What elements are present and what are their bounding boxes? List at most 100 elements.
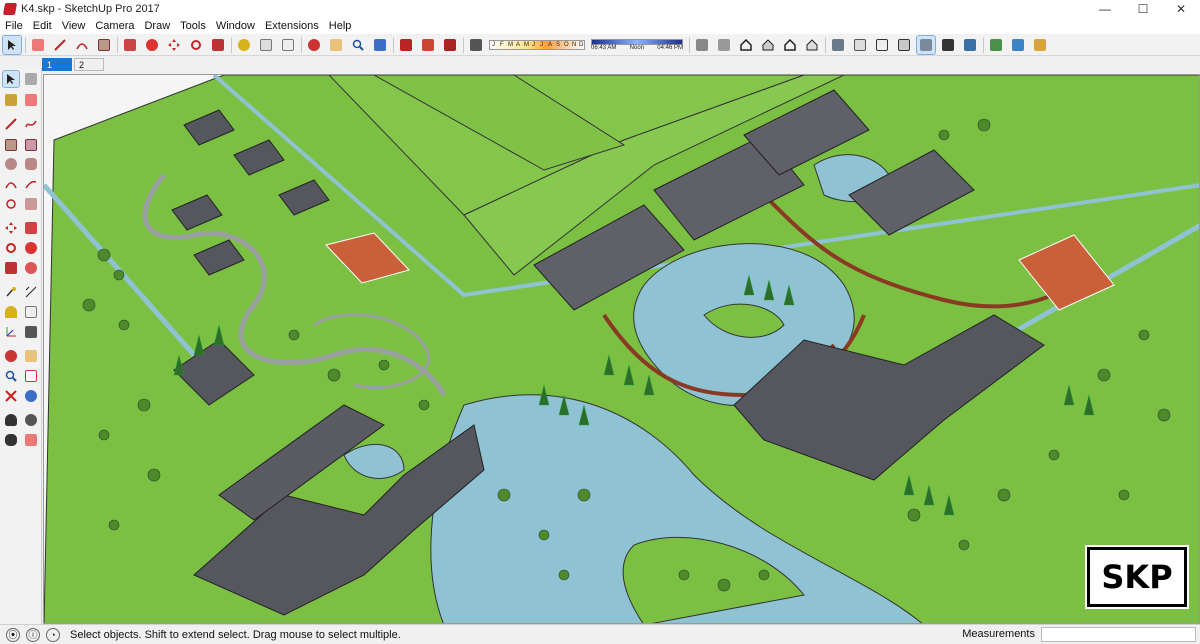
dimension-button[interactable]: [257, 36, 275, 54]
rotated-rectangle-tool[interactable]: [23, 137, 39, 153]
follow-me-button[interactable]: [143, 36, 161, 54]
three-point-arc-tool[interactable]: [3, 196, 19, 212]
xray-style-button[interactable]: [829, 36, 847, 54]
hidden-line-style-button[interactable]: [873, 36, 891, 54]
paint-bucket-tool[interactable]: [3, 92, 19, 108]
circle-tool[interactable]: [3, 156, 19, 172]
follow-me-tool[interactable]: [23, 240, 39, 256]
top-view-button[interactable]: [715, 36, 733, 54]
dimension-tool[interactable]: [23, 284, 39, 300]
back-view-button[interactable]: [781, 36, 799, 54]
geo-location-status-icon[interactable]: ⦿: [6, 627, 20, 642]
rotate-tool-button[interactable]: [187, 36, 205, 54]
shape-tool-button[interactable]: [95, 36, 113, 54]
text-tool[interactable]: [23, 304, 39, 320]
eraser-tool-button[interactable]: [29, 36, 47, 54]
push-pull-tool[interactable]: [23, 220, 39, 236]
pie-tool[interactable]: [23, 196, 39, 212]
terrain-button[interactable]: [1009, 36, 1027, 54]
sandbox-button[interactable]: [1031, 36, 1049, 54]
freehand-tool[interactable]: [23, 116, 39, 132]
geo-location-button[interactable]: [987, 36, 1005, 54]
credits-status-icon[interactable]: ⓘ: [26, 627, 40, 642]
select-tool-button[interactable]: [2, 34, 22, 55]
shadow-month-slider[interactable]: J F M A M J J A S O N D: [489, 39, 585, 50]
month-strip[interactable]: J F M A M J J A S O N D: [489, 39, 585, 50]
component-tool[interactable]: [23, 71, 39, 87]
status-bar: ⦿ ⓘ ◔ Select objects. Shift to extend se…: [0, 624, 1200, 644]
pan-button[interactable]: [327, 36, 345, 54]
left-view-button[interactable]: [803, 36, 821, 54]
close-button[interactable]: ✕: [1162, 0, 1200, 18]
tape-measure-tool[interactable]: [3, 284, 19, 300]
zoom-button[interactable]: [349, 36, 367, 54]
polygon-tool[interactable]: [23, 156, 39, 172]
shaded-style-button[interactable]: [895, 36, 913, 54]
menu-view[interactable]: View: [57, 20, 91, 32]
month-label: M: [524, 41, 529, 48]
axes-tool[interactable]: [3, 324, 19, 340]
pan-tool[interactable]: [23, 348, 39, 364]
monochrome-style-button[interactable]: [939, 36, 957, 54]
scene-tab-1[interactable]: 1: [42, 58, 72, 71]
arc-tool-button[interactable]: [73, 36, 91, 54]
sandbox-icon: [1034, 38, 1046, 51]
menu-camera[interactable]: Camera: [90, 20, 139, 32]
shaded-textures-button[interactable]: [916, 34, 936, 55]
scale-tool-button[interactable]: [209, 36, 227, 54]
push-pull-button[interactable]: [121, 36, 139, 54]
menu-tools[interactable]: Tools: [175, 20, 211, 32]
protractor-tool[interactable]: [3, 304, 19, 320]
line-tool-button[interactable]: [51, 36, 69, 54]
shadow-time-slider[interactable]: 06:43 AM Noon 04:46 PM: [591, 38, 683, 51]
move-tool[interactable]: [3, 220, 19, 236]
rotate-tool[interactable]: [3, 240, 19, 256]
menu-file[interactable]: File: [0, 20, 28, 32]
share-model-button[interactable]: [441, 36, 459, 54]
user-status-icon[interactable]: ◔: [46, 627, 60, 642]
eraser-tool[interactable]: [23, 92, 39, 108]
month-label: M: [508, 41, 513, 48]
maximize-button[interactable]: ☐: [1124, 0, 1162, 18]
minimize-button[interactable]: —: [1086, 0, 1124, 18]
styles-button[interactable]: [961, 36, 979, 54]
text-tool-button[interactable]: [279, 36, 297, 54]
orbit-button[interactable]: [305, 36, 323, 54]
3d-text-tool[interactable]: [23, 324, 39, 340]
two-point-arc-tool[interactable]: [23, 176, 39, 192]
select-tool[interactable]: [2, 70, 20, 88]
measurements-label: Measurements: [962, 628, 1035, 640]
menu-window[interactable]: Window: [211, 20, 260, 32]
zoom-window-tool[interactable]: [23, 368, 39, 384]
scale-tool[interactable]: [3, 260, 19, 276]
move-tool-button[interactable]: [165, 36, 183, 54]
tape-measure-button[interactable]: [235, 36, 253, 54]
scene-tab-2[interactable]: 2: [74, 58, 104, 71]
shadows-toggle-button[interactable]: [467, 36, 485, 54]
menu-draw[interactable]: Draw: [139, 20, 175, 32]
offset-tool[interactable]: [23, 260, 39, 276]
line-tool[interactable]: [3, 116, 19, 132]
model-viewport[interactable]: SKP: [43, 74, 1200, 624]
previous-view-tool[interactable]: [23, 388, 39, 404]
zoom-extents-button[interactable]: [371, 36, 389, 54]
orbit-tool[interactable]: [3, 348, 19, 364]
iso-view-button[interactable]: [693, 36, 711, 54]
extension-warehouse-button[interactable]: [419, 36, 437, 54]
walk-tool[interactable]: [3, 432, 19, 448]
arc-tool[interactable]: [3, 176, 19, 192]
zoom-tool[interactable]: [3, 368, 19, 384]
menu-help[interactable]: Help: [324, 20, 357, 32]
measurements-input[interactable]: [1041, 627, 1196, 642]
rectangle-tool[interactable]: [3, 137, 19, 153]
zoom-extents-tool[interactable]: [3, 388, 19, 404]
wireframe-style-button[interactable]: [851, 36, 869, 54]
menu-extensions[interactable]: Extensions: [260, 20, 324, 32]
position-camera-tool[interactable]: [3, 412, 19, 428]
section-plane-tool[interactable]: [23, 432, 39, 448]
front-view-button[interactable]: [737, 36, 755, 54]
right-view-button[interactable]: [759, 36, 777, 54]
menu-edit[interactable]: Edit: [28, 20, 57, 32]
warehouse-button[interactable]: [397, 36, 415, 54]
look-around-tool[interactable]: [23, 412, 39, 428]
